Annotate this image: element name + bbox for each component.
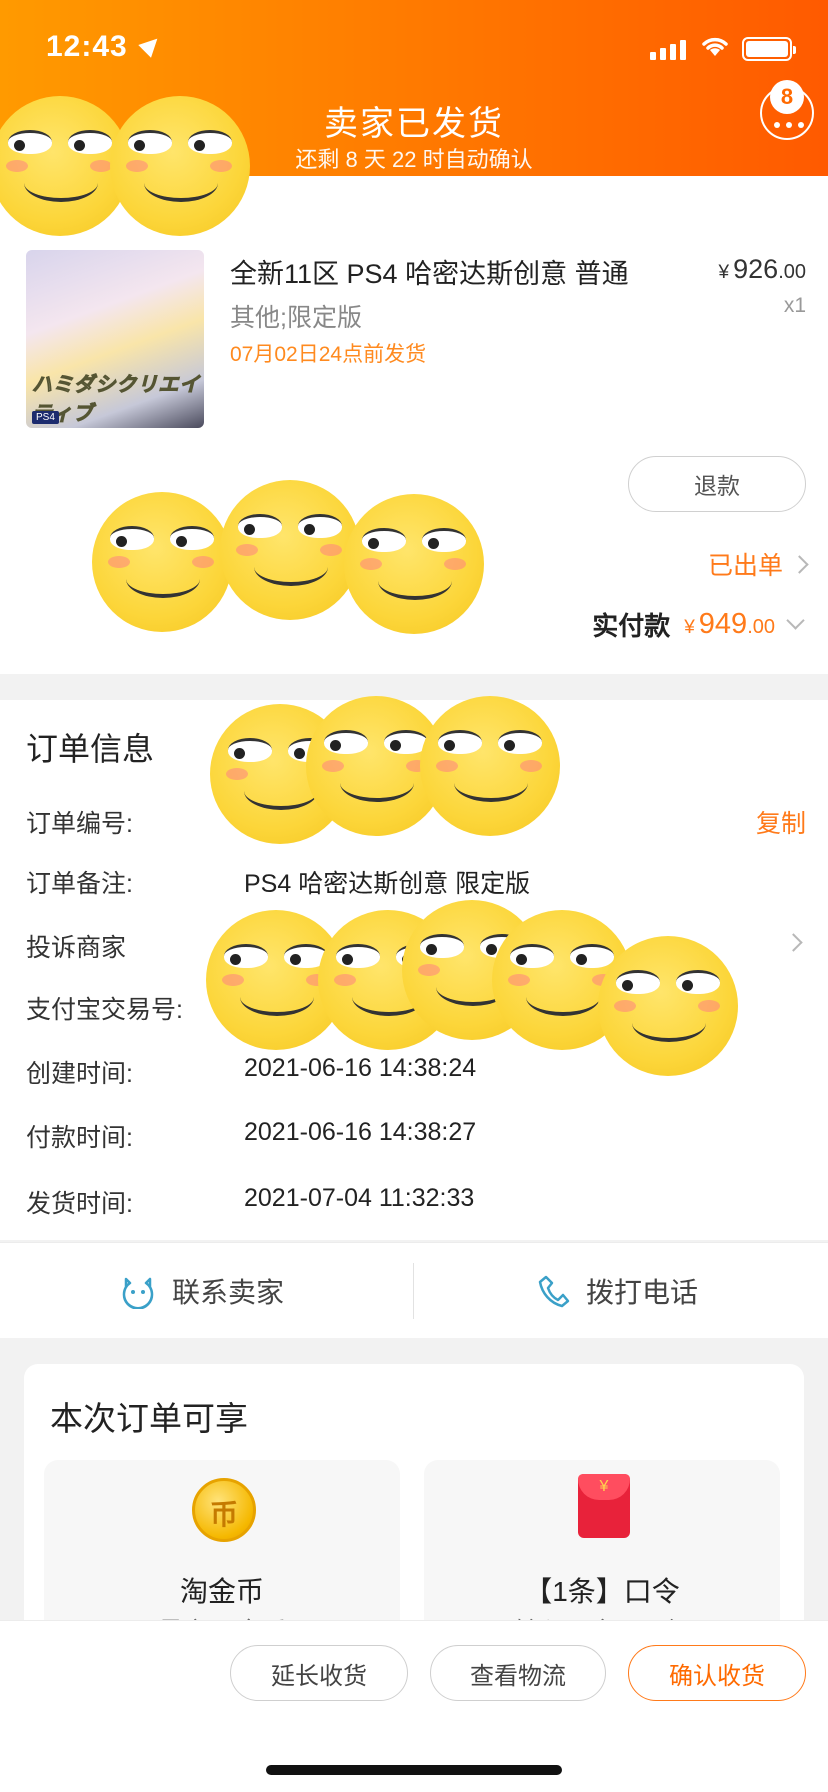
confirm-receipt-button[interactable]: 确认收货	[628, 1645, 806, 1701]
product-image[interactable]: ハミダシクリエイティブ PS4	[26, 250, 204, 428]
battery-icon	[742, 37, 796, 61]
emoji-sticker	[220, 480, 360, 620]
order-info-title: 订单信息	[26, 731, 155, 767]
extend-receipt-button[interactable]: 延长收货	[230, 1645, 408, 1701]
order-note-label: 订单备注:	[26, 870, 133, 898]
emoji-sticker	[420, 696, 560, 836]
product-quantity: x1	[783, 294, 806, 317]
emoji-sticker	[598, 936, 738, 1076]
more-button[interactable]: 8	[760, 80, 814, 140]
issued-status-link[interactable]: 已出单	[707, 546, 809, 582]
platform-tag: PS4	[32, 411, 59, 424]
total-paid[interactable]: 实付款 ¥949.00	[592, 606, 805, 643]
order-number-label: 订单编号:	[26, 810, 133, 838]
benefit-name: 淘金币	[179, 1576, 264, 1607]
total-amount: ¥949.00	[684, 608, 775, 640]
alipay-trade-label: 支付宝交易号:	[26, 996, 183, 1024]
total-label: 实付款	[592, 611, 671, 641]
message-count-badge: 8	[770, 80, 804, 114]
status-time: 12:43	[46, 30, 128, 63]
chevron-down-icon	[786, 611, 805, 630]
home-indicator[interactable]	[266, 1765, 562, 1775]
order-note-value: PS4 哈密达斯创意 限定版	[244, 870, 531, 898]
shipped-time-label: 发货时间:	[26, 1190, 133, 1218]
chat-face-icon	[122, 1277, 154, 1309]
shipped-time-value: 2021-07-04 11:32:33	[244, 1184, 475, 1212]
bottom-action-bar: 延长收货 查看物流 确认收货	[0, 1620, 828, 1792]
issued-label: 已出单	[707, 552, 783, 580]
benefit-name: 【1条】口令	[524, 1576, 680, 1607]
ship-deadline: 07月02日24点前发货	[230, 343, 427, 366]
phone-icon	[538, 1275, 570, 1308]
complain-seller-label: 投诉商家	[26, 934, 127, 962]
emoji-sticker	[344, 494, 484, 634]
order-note-row: 订单备注: PS4 哈密达斯创意 限定版	[26, 864, 806, 904]
call-phone-button[interactable]: 拨打电话	[536, 1243, 698, 1339]
chevron-right-icon	[784, 933, 803, 952]
refund-button[interactable]: 退款	[628, 456, 806, 512]
created-time-value: 2021-06-16 14:38:24	[244, 1054, 477, 1082]
gold-coin-icon	[192, 1478, 256, 1542]
contact-seller-label: 联系卖家	[172, 1277, 285, 1308]
contact-seller-button[interactable]: 联系卖家	[120, 1243, 284, 1339]
location-arrow-icon	[138, 32, 164, 58]
copy-order-number-button[interactable]: 复制	[756, 804, 806, 840]
order-detail-screen: 12:43 卖家已发货 还剩 8 天 22 时自动确认 8 ハミダシクリエイティ…	[0, 0, 828, 1792]
product-sku: 其他;限定版	[230, 304, 362, 332]
emoji-sticker	[92, 492, 232, 632]
paid-time-label: 付款时间:	[26, 1124, 133, 1152]
created-time-label: 创建时间:	[26, 1060, 133, 1088]
shipped-time-row: 发货时间: 2021-07-04 11:32:33	[26, 1184, 806, 1224]
paid-time-value: 2021-06-16 14:38:27	[244, 1118, 477, 1146]
emoji-sticker	[110, 96, 250, 236]
benefits-title: 本次订单可享	[50, 1400, 248, 1437]
product-name[interactable]: 全新11区 PS4 哈密达斯创意 普通	[230, 252, 629, 291]
view-logistics-button[interactable]: 查看物流	[430, 1645, 606, 1701]
red-packet-icon	[578, 1474, 630, 1538]
chevron-right-icon	[790, 554, 809, 574]
order-benefits-section: 本次订单可享 淘金币 最高10金币 【1条】口令 输入口令即可领	[24, 1364, 804, 1664]
product-price: ¥926.00	[718, 254, 806, 284]
wifi-icon	[702, 37, 728, 56]
call-phone-label: 拨打电话	[586, 1277, 699, 1308]
signal-icon	[650, 38, 686, 60]
paid-time-row: 付款时间: 2021-06-16 14:38:27	[26, 1118, 806, 1158]
contact-bar: 联系卖家 拨打电话	[0, 1242, 828, 1338]
